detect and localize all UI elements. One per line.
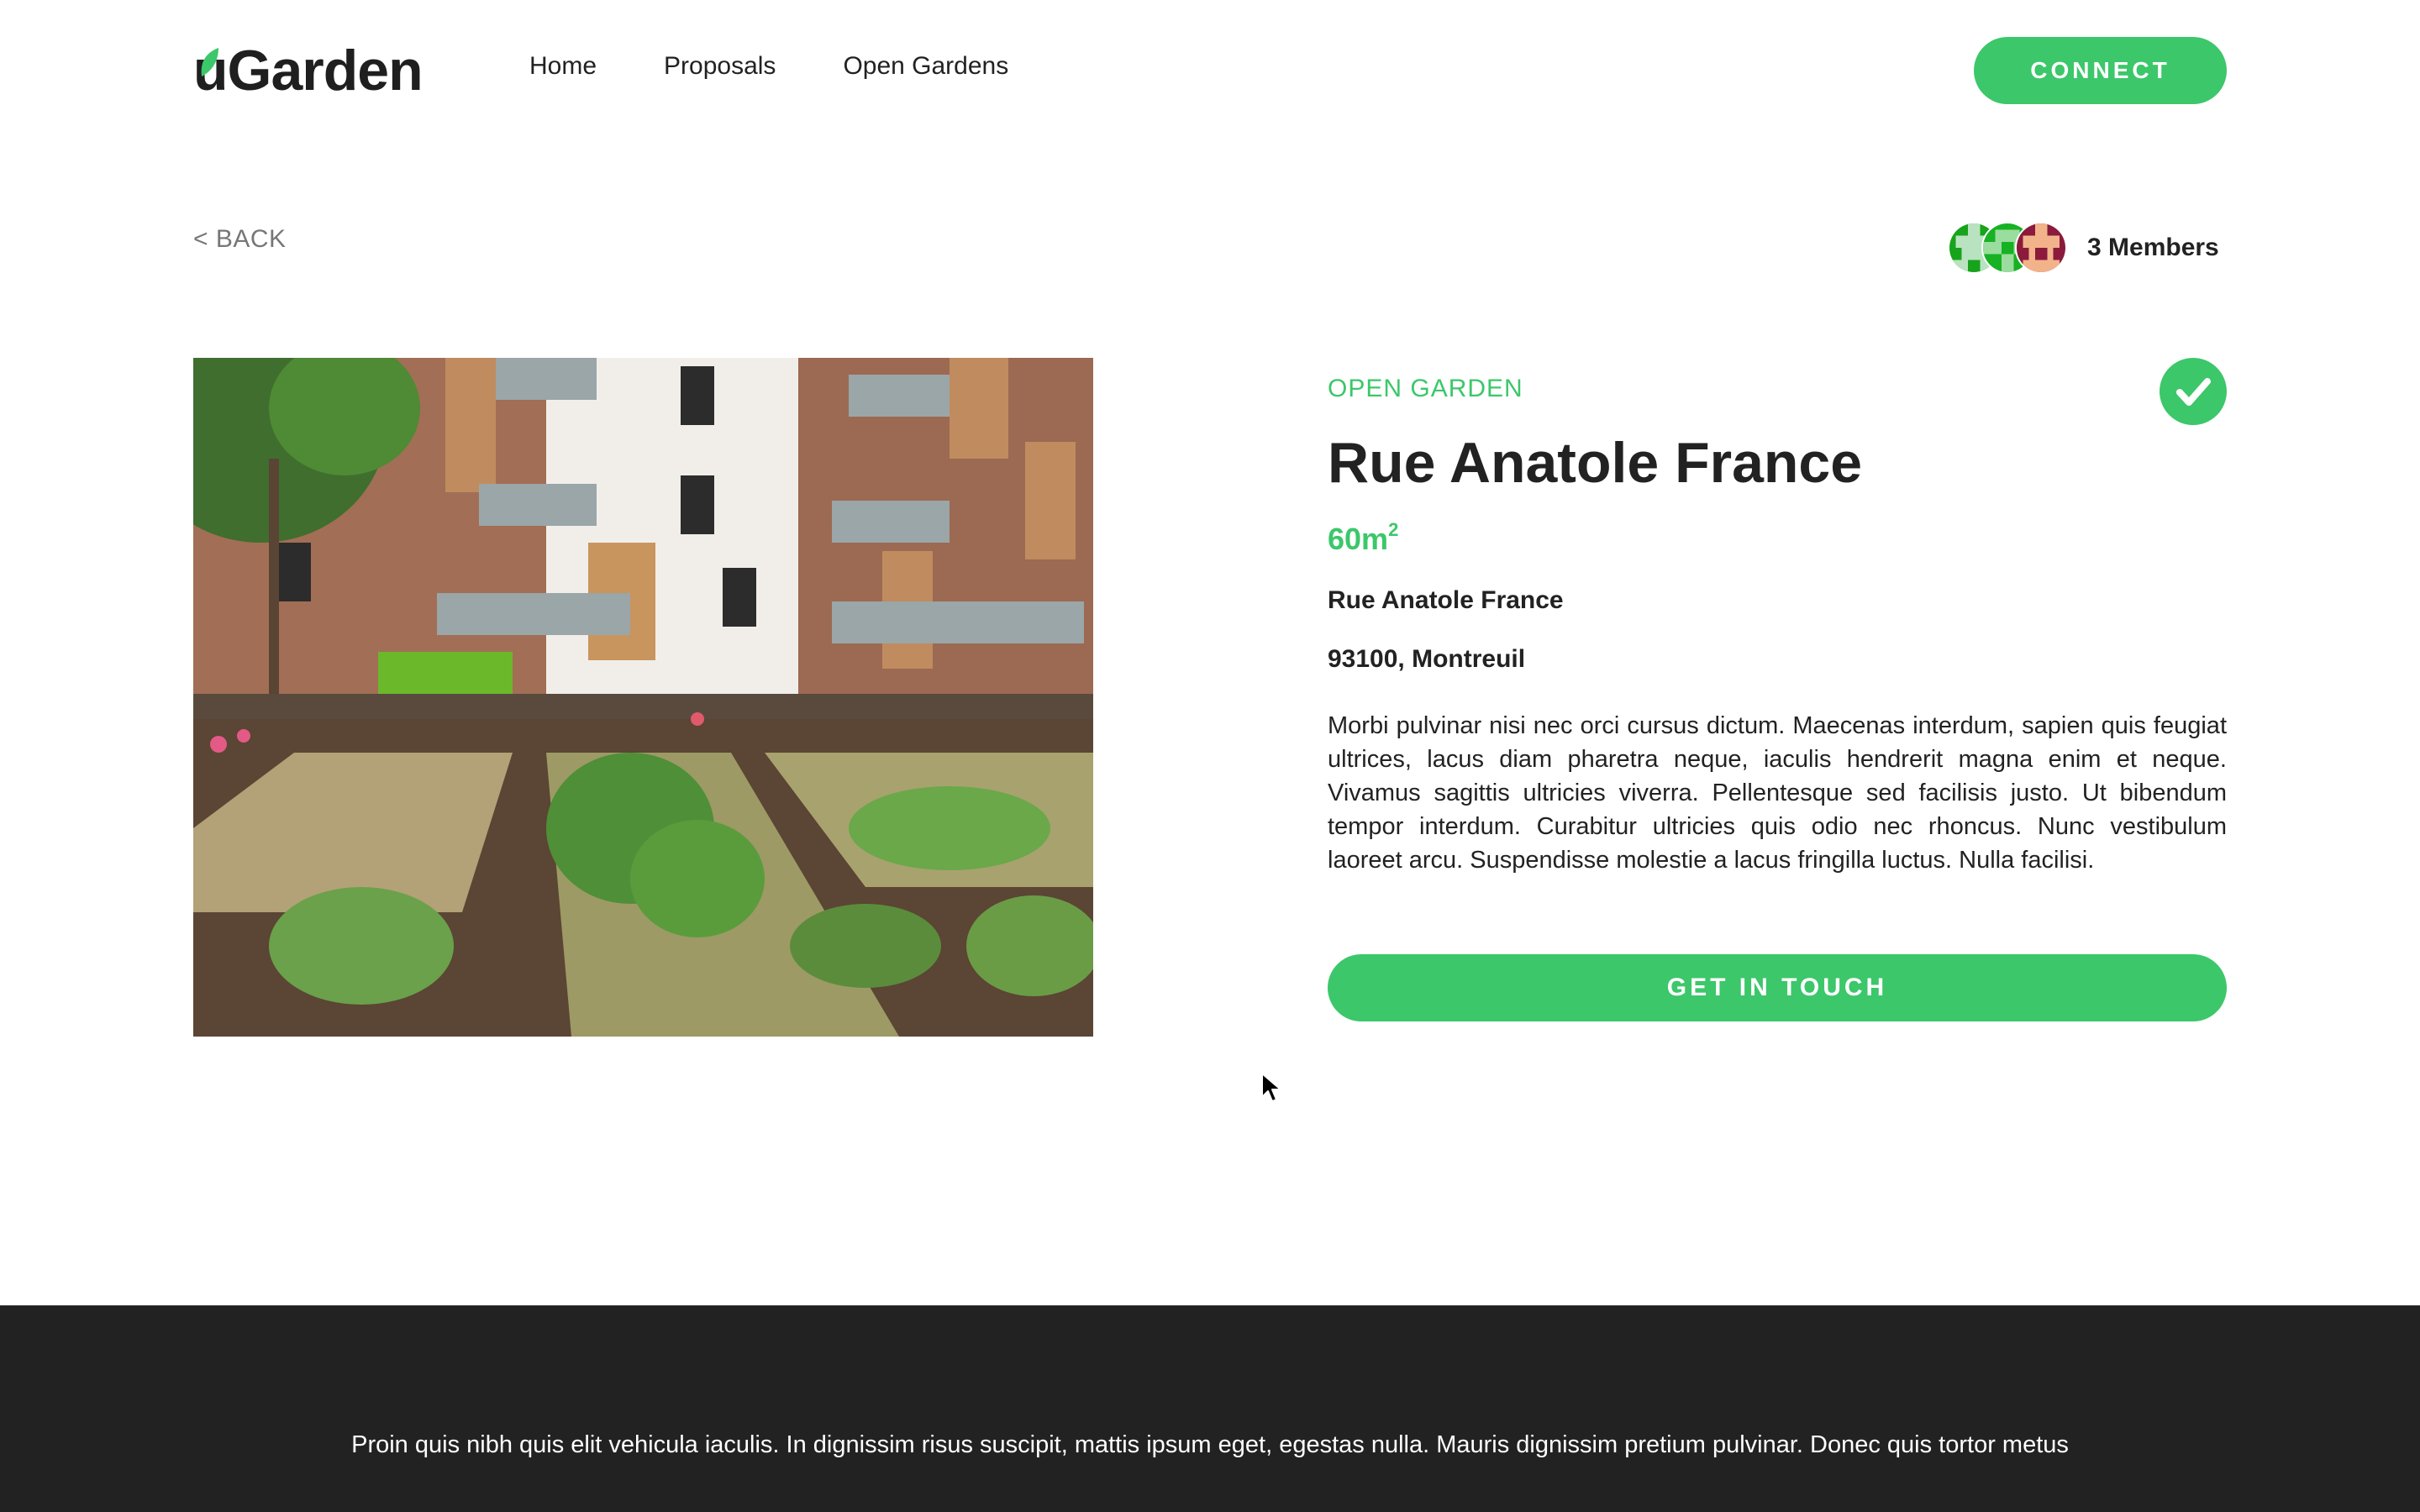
get-in-touch-button[interactable]: GET IN TOUCH <box>1328 954 2227 1021</box>
nav-proposals[interactable]: Proposals <box>664 52 776 81</box>
garden-street: Rue Anatole France <box>1328 586 1564 614</box>
footer-text: Proin quis nibh quis elit vehicula iacul… <box>351 1431 2069 1458</box>
nav-home[interactable]: Home <box>529 52 597 81</box>
back-link[interactable]: < BACK <box>193 225 287 254</box>
footer: Proin quis nibh quis elit vehicula iacul… <box>0 1305 2420 1512</box>
members-group[interactable]: 3 Members <box>1948 222 2219 274</box>
top-navbar: u Garden Home Proposals Open Gardens CON… <box>0 0 2420 141</box>
mouse-cursor-icon <box>1261 1073 1281 1102</box>
garden-area: 60m2 <box>1328 519 1398 557</box>
area-value: 60m <box>1328 522 1389 556</box>
garden-photo <box>193 358 1093 1037</box>
main-nav: Home Proposals Open Gardens <box>529 52 1008 81</box>
ugarden-logo[interactable]: u Garden <box>193 30 424 111</box>
members-count: 3 Members <box>2087 234 2219 261</box>
member-avatar <box>2015 222 2067 274</box>
nav-open-gardens[interactable]: Open Gardens <box>843 52 1008 81</box>
garden-city: 93100, Montreuil <box>1328 645 1526 673</box>
logo-text: Garden <box>227 39 424 102</box>
garden-status: OPEN GARDEN <box>1328 375 1523 402</box>
garden-description: Morbi pulvinar nisi nec orci cursus dict… <box>1328 712 2227 874</box>
connect-button[interactable]: CONNECT <box>1974 37 2227 104</box>
leaf-icon <box>201 48 218 76</box>
garden-title: Rue Anatole France <box>1328 431 1863 495</box>
logo-u: u <box>193 39 229 102</box>
checkmark-icon <box>2160 358 2227 425</box>
area-unit: 2 <box>1388 519 1399 540</box>
